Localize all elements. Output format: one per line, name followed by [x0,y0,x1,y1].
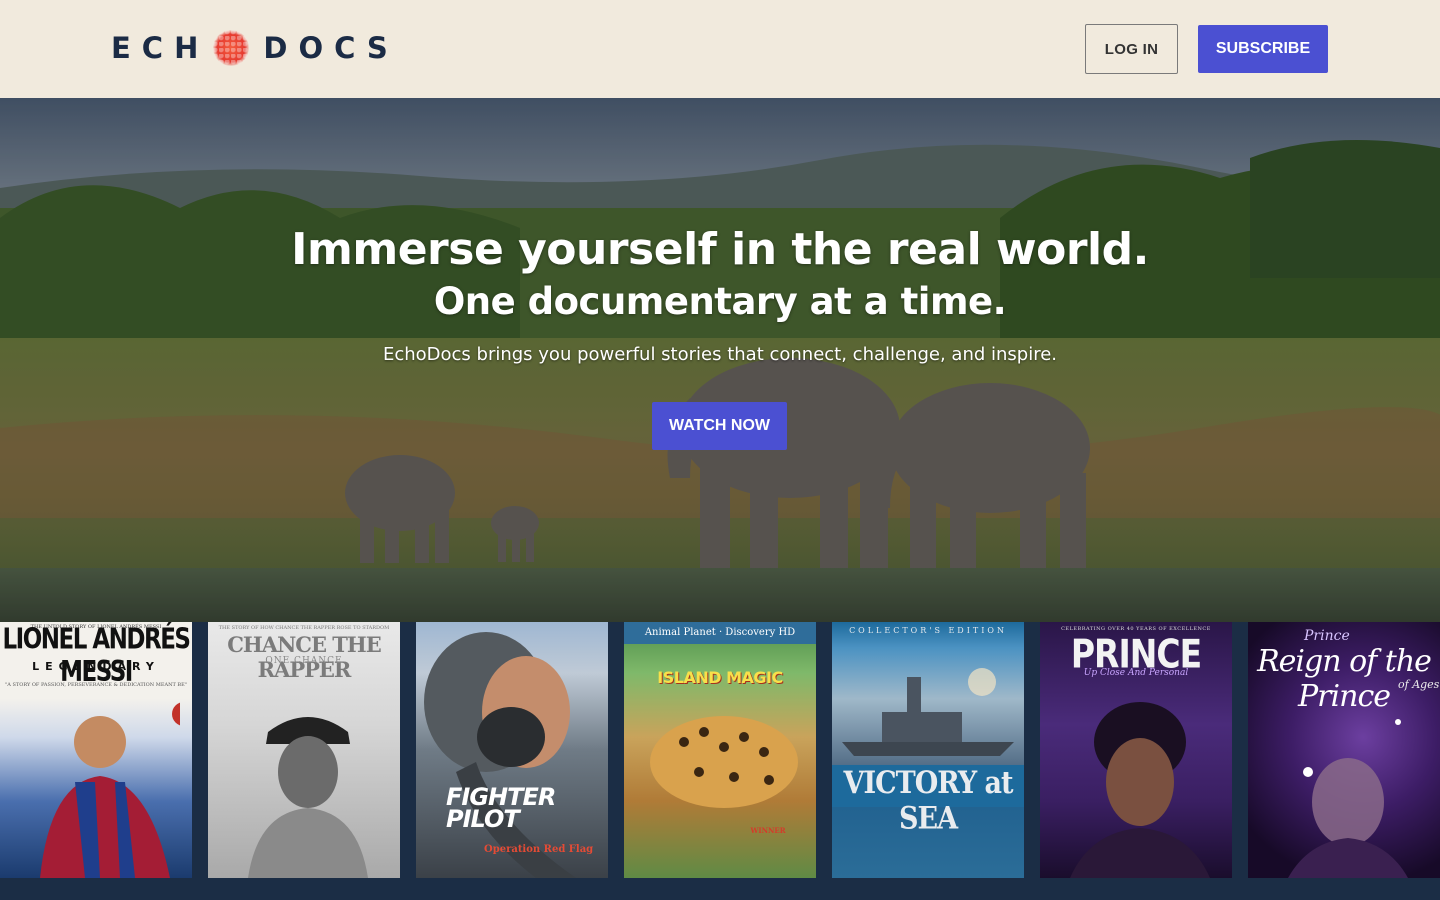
poster-subtitle: Operation Red Flag [484,844,594,855]
echodocs-logo[interactable]: ECH DOCS [111,29,399,67]
poster-reign-of-the-prince[interactable]: Prince Reign of the Prince of Ages [1248,622,1440,878]
poster-victory-at-sea[interactable]: COLLECTOR'S EDITION VICTORY at SEA [832,622,1024,878]
logo-text-right: DOCS [263,31,399,65]
logo-text-left: ECH [111,31,210,65]
subscribe-button[interactable]: SUBSCRIBE [1198,25,1328,73]
hero-subtitle: One documentary at a time. [433,280,1007,323]
poster-title: ISLAND MAGIC [657,668,783,687]
poster-subtitle: of Ages [1398,678,1440,691]
poster-title: FIGHTER PILOT [446,783,556,833]
poster-subtitle: LEGENDARY [32,660,160,673]
site-header: ECH DOCS LOG IN SUBSCRIBE [0,0,1440,98]
prince-performer-icon [1288,719,1408,878]
hero-title: Immerse yourself in the real world. [291,224,1149,275]
rapper-portrait-icon [248,717,368,878]
leopard-icon [650,716,798,808]
logo-orb-icon [213,30,250,66]
poster-badge: WINNER [750,826,786,835]
pilot-helmet-icon [424,632,576,878]
poster-prince-up-close[interactable]: CELEBRATING OVER 40 YEARS OF EXCELLENCE … [1040,622,1232,878]
poster-kicker: COLLECTOR'S EDITION [849,626,1007,635]
poster-lionel-messi[interactable]: THE UNTOLD STORY OF LIONEL ANDRÉS MESSI … [0,622,192,878]
prince-portrait-icon [1070,702,1210,878]
poster-kicker: Prince [1304,628,1350,644]
poster-kicker: THE STORY OF HOW CHANCE THE RAPPER ROSE … [218,625,390,631]
poster-island-magic[interactable]: Animal Planet · Discovery HD ISLAND MAGI… [624,622,816,878]
poster-subtitle: Up Close And Personal [1083,668,1189,678]
poster-tagline: "A STORY OF PASSION, PERSEVERANCE & DEDI… [4,682,188,688]
watch-now-button[interactable]: WATCH NOW [652,402,787,450]
poster-chance-the-rapper[interactable]: THE STORY OF HOW CHANCE THE RAPPER ROSE … [208,622,400,878]
hero-banner: Immerse yourself in the real world. One … [0,98,1440,622]
footballer-figure-icon [40,702,180,878]
hero-description: EchoDocs brings you powerful stories tha… [382,344,1058,365]
battleship-icon [842,668,1014,756]
documentary-poster-row: THE UNTOLD STORY OF LIONEL ANDRÉS MESSI … [0,622,1440,900]
log-in-button[interactable]: LOG IN [1085,24,1178,74]
poster-title: VICTORY at SEA [843,765,1014,837]
poster-banner: Animal Planet · Discovery HD [624,622,816,644]
poster-title: LIONEL ANDRÉS MESSI [2,623,191,689]
poster-fighter-pilot[interactable]: FIGHTER PILOT Operation Red Flag [416,622,608,878]
poster-subtitle: ONE CHANCE [265,656,343,666]
